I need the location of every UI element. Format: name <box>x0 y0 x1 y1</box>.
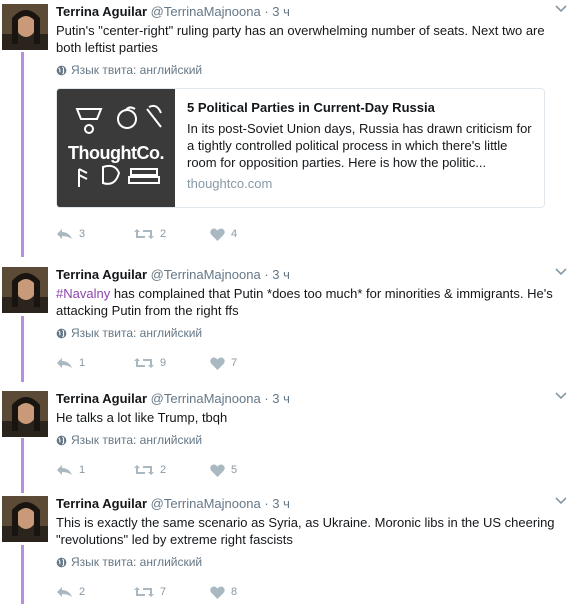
heart-icon <box>210 464 225 477</box>
thread-line <box>21 545 24 604</box>
timestamp[interactable]: 3 ч <box>272 496 290 511</box>
author-name[interactable]: Terrina Aguilar <box>56 496 147 511</box>
avatar[interactable] <box>2 4 48 50</box>
globe-icon <box>56 557 67 567</box>
like-count: 8 <box>231 586 238 598</box>
like-count: 5 <box>231 464 238 476</box>
retweet-button[interactable]: 9 <box>134 357 204 369</box>
globe-icon <box>56 65 67 75</box>
thread-line <box>21 438 24 493</box>
like-count: 4 <box>231 228 238 240</box>
card-thumbnail: ThoughtCo. <box>57 89 175 207</box>
chevron-down-icon[interactable] <box>554 389 568 403</box>
separator: · <box>264 496 269 511</box>
hashtag-link[interactable]: #Navalny <box>56 286 110 301</box>
reply-count: 1 <box>79 464 86 476</box>
like-button[interactable]: 4 <box>210 228 280 241</box>
author-name[interactable]: Terrina Aguilar <box>56 4 147 19</box>
thread-line <box>21 52 24 257</box>
card-logo-text: ThoughtCo. <box>68 143 164 163</box>
retweet-button[interactable]: 2 <box>134 464 204 476</box>
author-handle[interactable]: @TerrinaMajnoona <box>151 391 261 406</box>
tweet-text-body: has complained that Putin *does too much… <box>56 286 553 318</box>
retweet-icon <box>134 229 154 239</box>
globe-icon <box>56 328 67 338</box>
reply-count: 1 <box>79 357 86 369</box>
retweet-count: 9 <box>160 357 167 369</box>
author-name[interactable]: Terrina Aguilar <box>56 267 147 282</box>
tweet-text: Putin's "center-right" ruling party has … <box>56 23 545 55</box>
timestamp[interactable]: 3 ч <box>272 267 290 282</box>
author-name[interactable]: Terrina Aguilar <box>56 391 147 406</box>
reply-icon <box>57 229 72 239</box>
tweet-language[interactable]: Язык твита: английский <box>56 554 570 570</box>
reply-icon <box>57 587 72 597</box>
tweet-language[interactable]: Язык твита: английский <box>56 432 570 448</box>
author-handle[interactable]: @TerrinaMajnoona <box>151 4 261 19</box>
retweet-button[interactable]: 7 <box>134 586 204 598</box>
card-domain: thoughtco.com <box>187 176 273 191</box>
card-title[interactable]: 5 Political Parties in Current-Day Russi… <box>187 99 532 117</box>
tweet-language-label[interactable]: Язык твита: английский <box>71 62 202 78</box>
avatar[interactable] <box>2 391 48 437</box>
tweet-text: #Navalny has complained that Putin *does… <box>56 285 570 319</box>
like-count: 7 <box>231 357 238 369</box>
reply-button[interactable]: 1 <box>56 357 126 369</box>
reply-icon <box>57 465 72 475</box>
globe-icon <box>56 435 67 445</box>
tweet-language-label[interactable]: Язык твита: английский <box>71 554 202 570</box>
reply-button[interactable]: 3 <box>56 228 126 240</box>
chevron-down-icon[interactable] <box>554 494 568 508</box>
tweet-language-label[interactable]: Язык твита: английский <box>71 432 202 448</box>
tweet-text: This is exactly the same scenario as Syr… <box>56 515 555 547</box>
retweet-button[interactable]: 2 <box>134 228 204 240</box>
retweet-icon <box>134 465 154 475</box>
reply-button[interactable]: 1 <box>56 464 126 476</box>
card-description: In its post-Soviet Union days, Russia ha… <box>187 121 532 170</box>
like-button[interactable]: 8 <box>210 586 280 599</box>
heart-icon <box>210 357 225 370</box>
separator: · <box>264 4 269 19</box>
timestamp[interactable]: 3 ч <box>272 391 290 406</box>
retweet-count: 7 <box>160 586 167 598</box>
link-card[interactable]: ThoughtCo. 5 Political Parties in Curren… <box>56 88 545 208</box>
reply-count: 2 <box>79 586 86 598</box>
reply-icon <box>57 358 72 368</box>
avatar[interactable] <box>2 267 48 313</box>
thread-line <box>21 316 24 382</box>
separator: · <box>264 391 269 406</box>
separator: · <box>264 267 269 282</box>
retweet-icon <box>134 358 154 368</box>
avatar[interactable] <box>2 496 48 542</box>
retweet-count: 2 <box>160 228 167 240</box>
author-handle[interactable]: @TerrinaMajnoona <box>151 496 261 511</box>
tweet-language-label[interactable]: Язык твита: английский <box>71 325 202 341</box>
heart-icon <box>210 228 225 241</box>
retweet-count: 2 <box>160 464 167 476</box>
heart-icon <box>210 586 225 599</box>
tweet-language[interactable]: Язык твита: английский <box>56 62 570 78</box>
tweet-language[interactable]: Язык твита: английский <box>56 325 570 341</box>
timestamp[interactable]: 3 ч <box>272 4 290 19</box>
reply-button[interactable]: 2 <box>56 586 126 598</box>
retweet-icon <box>134 587 154 597</box>
like-button[interactable]: 5 <box>210 464 280 477</box>
reply-count: 3 <box>79 228 86 240</box>
tweet-text: He talks a lot like Trump, tbqh <box>56 410 228 425</box>
chevron-down-icon[interactable] <box>554 265 568 279</box>
author-handle[interactable]: @TerrinaMajnoona <box>151 267 261 282</box>
chevron-down-icon[interactable] <box>554 2 568 16</box>
like-button[interactable]: 7 <box>210 357 280 370</box>
